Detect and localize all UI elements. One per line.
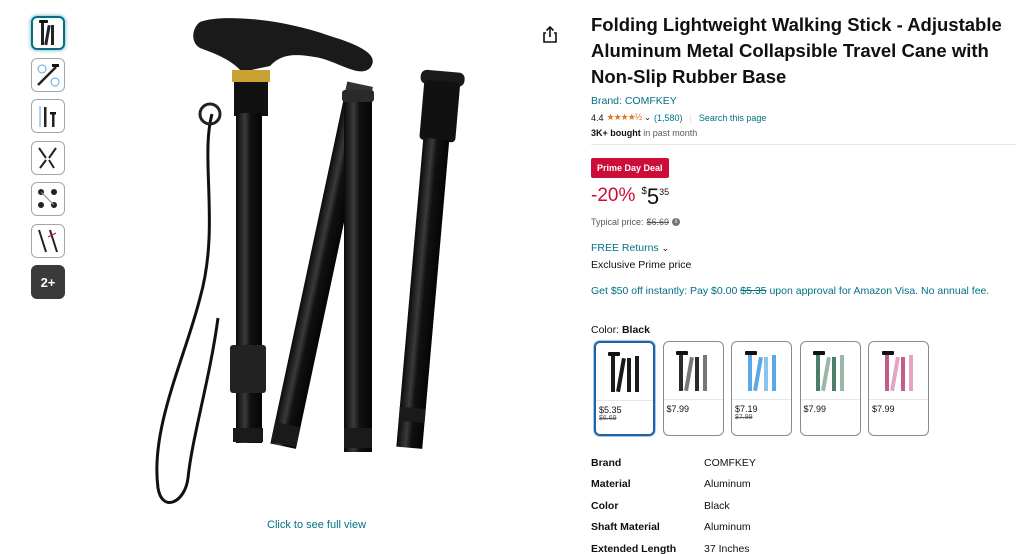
chevron-down-icon: ⌄: [661, 243, 670, 253]
separator: |: [689, 112, 692, 123]
brand-link[interactable]: Brand: COMFKEY: [591, 95, 677, 107]
swatch-list-price: $7.99: [735, 414, 753, 421]
folding-cane-image: [155, 18, 465, 504]
spec-table: Brand COMFKEY Material Aluminum Color Black…: [591, 452, 891, 554]
rating-count-link[interactable]: (1,580): [654, 113, 683, 123]
bought-count: 3K+ bought: [591, 128, 641, 138]
discount-percent: -20%: [591, 185, 636, 206]
typical-price-label: Typical price:: [591, 217, 644, 227]
swatch-pattern-black[interactable]: $7.99: [662, 341, 724, 436]
swatch-image: [732, 342, 791, 400]
typical-price-value: $6.69: [646, 217, 670, 227]
cane-size-icon: [39, 106, 56, 127]
promo-text-1: Get $50 off instantly: Pay $0.00: [591, 285, 741, 297]
spec-key: Extended Length: [591, 542, 677, 554]
thumbnail-1[interactable]: [31, 16, 65, 50]
more-thumbnails-label: 2+: [40, 274, 56, 290]
thumbnail-2[interactable]: [31, 57, 65, 92]
swatch-image: [663, 342, 723, 400]
spec-value: 37 Inches: [704, 542, 750, 554]
swatch-image: [596, 343, 653, 401]
free-returns-link[interactable]: FREE Returns ⌄: [591, 242, 669, 254]
cane-pattern-black-icon: [676, 350, 707, 391]
swatch-price: $5.35: [599, 405, 622, 415]
spec-row: Color Black: [591, 495, 891, 517]
spec-value: Aluminum: [704, 478, 751, 491]
thumbnail-list: 2+: [31, 16, 65, 307]
bought-suffix: in past month: [640, 128, 698, 138]
cane-features-icon: [38, 146, 57, 169]
spec-row: Shaft Material Aluminum: [591, 517, 891, 539]
click-full-view-link[interactable]: Click to see full view: [267, 519, 366, 531]
price-fraction: 35: [659, 187, 670, 197]
swatch-pink-pattern[interactable]: $7.99: [868, 341, 929, 436]
cane-pink-pattern-icon: [881, 350, 913, 391]
typical-price: Typical price: $6.69 i: [591, 217, 681, 227]
swatch-price: $7.19: [735, 404, 758, 414]
cane-blue-icon: [744, 350, 776, 391]
price-whole: 5: [646, 184, 660, 209]
promo-strike-price: $5.35: [740, 285, 767, 297]
cane-black-icon: [607, 351, 639, 392]
exclusive-prime-price: Exclusive Prime price: [591, 259, 692, 271]
cane-diagram-icon: [37, 63, 60, 86]
spec-row: Brand COMFKEY: [591, 452, 891, 474]
color-label: Color: Black: [591, 324, 650, 336]
price-row: -20% $ 5 35: [591, 185, 669, 209]
promo-text-2: upon approval for Amazon Visa. No annual…: [766, 285, 990, 297]
cane-usage-icon: [38, 229, 58, 252]
swatch-price: $7.99: [803, 404, 827, 414]
swatch-image: [869, 342, 928, 400]
spec-value: COMFKEY: [704, 456, 756, 469]
swatch-price: $7.99: [872, 404, 895, 414]
share-icon[interactable]: [541, 26, 559, 44]
info-icon[interactable]: i: [672, 218, 681, 226]
rating-value: 4.4: [591, 112, 604, 123]
thumbnail-5[interactable]: [31, 182, 65, 216]
chevron-down-icon[interactable]: ⌄: [644, 113, 651, 122]
deal-badge: Prime Day Deal: [591, 158, 669, 178]
color-value: Black: [621, 324, 650, 336]
product-title: Folding Lightweight Walking Stick - Adju…: [591, 14, 1002, 87]
search-this-page-link[interactable]: Search this page: [699, 113, 767, 123]
swatch-green-pattern[interactable]: $7.99: [799, 341, 861, 436]
thumbnail-3[interactable]: [31, 99, 65, 133]
swatch-black[interactable]: $5.35 $6.69: [594, 341, 655, 436]
main-product-image[interactable]: [130, 8, 520, 508]
swatch-list-price: $6.69: [599, 415, 617, 422]
spec-key: Brand: [591, 456, 622, 469]
divider: [591, 144, 1016, 145]
free-returns-label: FREE Returns: [591, 242, 659, 254]
spec-value: Aluminum: [704, 521, 751, 534]
thumbnail-6[interactable]: [31, 223, 65, 258]
spec-key: Shaft Material: [591, 521, 660, 534]
spec-key: Material: [591, 478, 631, 491]
swatch-image: [800, 342, 860, 400]
spec-row: Extended Length 37 Inches: [591, 538, 891, 554]
thumbnail-4[interactable]: [31, 140, 65, 175]
color-swatches: $5.35 $6.69 $7.99 $7.19 $7.99 $7.99 $7.9…: [594, 341, 929, 436]
bought-in-past-month: 3K+ bought in past month: [591, 128, 697, 138]
swatch-price: $7.99: [666, 404, 690, 414]
price: $ 5 35: [641, 185, 669, 209]
cane-thumbnail-icon: [39, 20, 54, 46]
more-thumbnails-button[interactable]: 2+: [31, 265, 65, 299]
cane-parts-icon: [38, 189, 57, 208]
color-label-prefix: Color:: [591, 324, 622, 336]
spec-key: Color: [591, 499, 619, 512]
visa-promo-link[interactable]: Get $50 off instantly: Pay $0.00 $5.35 u…: [591, 284, 991, 299]
rating-row: 4.4 ★★★★½ ⌄ (1,580) | Search this page: [591, 112, 766, 123]
cane-green-pattern-icon: [813, 350, 844, 391]
spec-value: Black: [704, 499, 730, 512]
star-rating-icon[interactable]: ★★★★½: [607, 112, 643, 123]
swatch-blue[interactable]: $7.19 $7.99: [731, 341, 792, 436]
spec-row: Material Aluminum: [591, 474, 891, 496]
